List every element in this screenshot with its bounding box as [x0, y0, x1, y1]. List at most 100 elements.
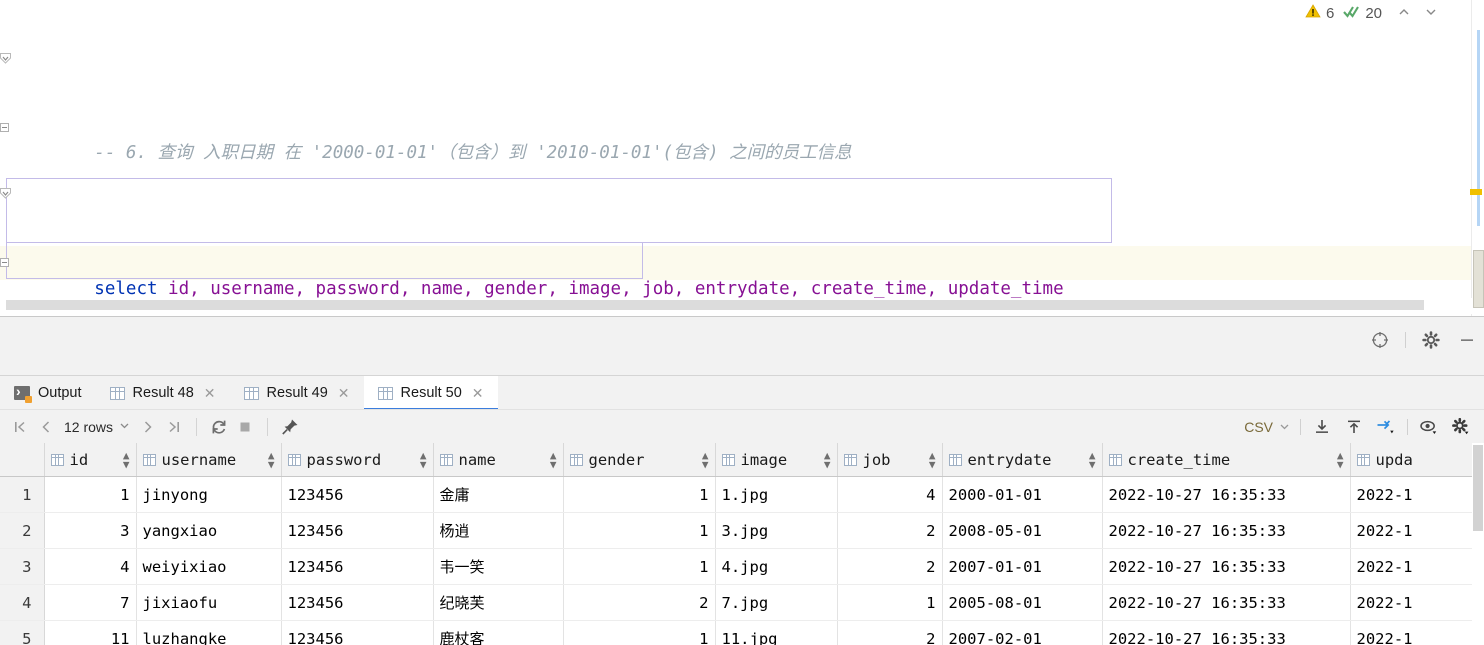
- sort-icon[interactable]: ▲ ▼: [929, 450, 936, 470]
- column-header-username[interactable]: username ▲ ▼: [136, 443, 282, 477]
- cell-name[interactable]: 杨逍: [433, 512, 564, 549]
- cell-update-time[interactable]: 2022-1: [1350, 476, 1484, 513]
- cell-update-time[interactable]: 2022-1: [1350, 620, 1484, 645]
- column-header-gender[interactable]: gender ▲ ▼: [563, 443, 716, 477]
- cell-entrydate[interactable]: 2000-01-01: [942, 476, 1103, 513]
- cell-create-time[interactable]: 2022-10-27 16:35:33: [1102, 620, 1351, 645]
- cell-username[interactable]: luzhangke: [136, 620, 282, 645]
- cell-create-time[interactable]: 2022-10-27 16:35:33: [1102, 548, 1351, 585]
- column-header-entrydate[interactable]: entrydate ▲ ▼: [942, 443, 1103, 477]
- table-row[interactable]: 1 1 jinyong 123456 金庸 1 1.jpg 4 2000-01-…: [0, 476, 1484, 513]
- editor-horizontal-scrollbar[interactable]: [0, 298, 1472, 314]
- cell-gender[interactable]: 2: [563, 584, 716, 621]
- gear-icon[interactable]: [1420, 329, 1442, 351]
- cell-id[interactable]: 4: [44, 548, 137, 585]
- sql-editor-pane[interactable]: -- 6. 查询 入职日期 在 '2000-01-01'（包含）到 '2010-…: [0, 0, 1484, 317]
- sort-icon[interactable]: ▲ ▼: [268, 450, 275, 470]
- cell-entrydate[interactable]: 2007-02-01: [942, 620, 1103, 645]
- export-format-selector[interactable]: CSV: [1244, 419, 1290, 435]
- chevron-down-icon[interactable]: [1424, 5, 1438, 22]
- cell-job[interactable]: 4: [837, 476, 943, 513]
- download-icon[interactable]: [1311, 416, 1333, 438]
- transpose-icon[interactable]: [1375, 416, 1397, 438]
- chevron-up-icon[interactable]: [1397, 5, 1411, 22]
- cell-gender[interactable]: 1: [563, 548, 716, 585]
- cell-entrydate[interactable]: 2007-01-01: [942, 548, 1103, 585]
- sort-icon[interactable]: ▲ ▼: [550, 450, 557, 470]
- cell-create-time[interactable]: 2022-10-27 16:35:33: [1102, 512, 1351, 549]
- code-content[interactable]: -- 6. 查询 入职日期 在 '2000-01-01'（包含）到 '2010-…: [0, 0, 1063, 317]
- cell-name[interactable]: 鹿杖客: [433, 620, 564, 645]
- cell-name[interactable]: 韦一笑: [433, 548, 564, 585]
- close-icon[interactable]: ✕: [472, 385, 484, 402]
- grid-vertical-scrollbar[interactable]: [1472, 443, 1484, 645]
- cell-password[interactable]: 123456: [281, 548, 434, 585]
- cell-job[interactable]: 1: [837, 584, 943, 621]
- tab-output[interactable]: Output: [0, 376, 96, 410]
- cell-id[interactable]: 11: [44, 620, 137, 645]
- close-icon[interactable]: ✕: [338, 385, 350, 402]
- cell-job[interactable]: 2: [837, 548, 943, 585]
- sort-icon[interactable]: ▲ ▼: [420, 450, 427, 470]
- sort-icon[interactable]: ▲ ▼: [123, 450, 130, 470]
- cell-update-time[interactable]: 2022-1: [1350, 548, 1484, 585]
- cell-image[interactable]: 1.jpg: [715, 476, 838, 513]
- column-header-id[interactable]: id ▲ ▼: [44, 443, 137, 477]
- stop-icon[interactable]: [233, 415, 257, 439]
- cell-create-time[interactable]: 2022-10-27 16:35:33: [1102, 584, 1351, 621]
- tab-result-48[interactable]: Result 48 ✕: [96, 376, 230, 410]
- editor-vertical-scrollbar-thumb[interactable]: [1473, 250, 1484, 308]
- table-row[interactable]: 5 11 luzhangke 123456 鹿杖客 1 11.jpg 2 200…: [0, 620, 1484, 645]
- cell-password[interactable]: 123456: [281, 620, 434, 645]
- first-page-button[interactable]: [8, 415, 32, 439]
- cell-entrydate[interactable]: 2008-05-01: [942, 512, 1103, 549]
- crosshair-icon[interactable]: [1369, 329, 1391, 351]
- column-header-update-time[interactable]: upda: [1350, 443, 1484, 477]
- upload-icon[interactable]: [1343, 416, 1365, 438]
- prev-page-button[interactable]: [34, 415, 58, 439]
- tab-result-49[interactable]: Result 49 ✕: [230, 376, 364, 410]
- table-row[interactable]: 4 7 jixiaofu 123456 纪晓芙 2 7.jpg 1 2005-0…: [0, 584, 1484, 621]
- sort-icon[interactable]: ▲ ▼: [702, 450, 709, 470]
- cell-job[interactable]: 2: [837, 620, 943, 645]
- sort-icon[interactable]: ▲ ▼: [1337, 450, 1344, 470]
- column-header-image[interactable]: image ▲ ▼: [715, 443, 838, 477]
- cell-gender[interactable]: 1: [563, 512, 716, 549]
- editor-marker-rail[interactable]: [1470, 0, 1484, 317]
- cell-id[interactable]: 1: [44, 476, 137, 513]
- cell-job[interactable]: 2: [837, 512, 943, 549]
- last-page-button[interactable]: [162, 415, 186, 439]
- row-count-selector[interactable]: 12 rows: [60, 419, 134, 435]
- cell-password[interactable]: 123456: [281, 476, 434, 513]
- cell-create-time[interactable]: 2022-10-27 16:35:33: [1102, 476, 1351, 513]
- cell-username[interactable]: jixiaofu: [136, 584, 282, 621]
- cell-id[interactable]: 7: [44, 584, 137, 621]
- table-row[interactable]: 2 3 yangxiao 123456 杨逍 1 3.jpg 2 2008-05…: [0, 512, 1484, 549]
- cell-image[interactable]: 3.jpg: [715, 512, 838, 549]
- cell-gender[interactable]: 1: [563, 620, 716, 645]
- close-icon[interactable]: ✕: [204, 385, 216, 402]
- cell-id[interactable]: 3: [44, 512, 137, 549]
- refresh-icon[interactable]: [207, 415, 231, 439]
- cell-gender[interactable]: 1: [563, 476, 716, 513]
- cell-password[interactable]: 123456: [281, 512, 434, 549]
- cell-image[interactable]: 4.jpg: [715, 548, 838, 585]
- minimize-icon[interactable]: [1456, 329, 1478, 351]
- cell-name[interactable]: 金庸: [433, 476, 564, 513]
- cell-username[interactable]: weiyixiao: [136, 548, 282, 585]
- column-header-name[interactable]: name ▲ ▼: [433, 443, 564, 477]
- cell-update-time[interactable]: 2022-1: [1350, 584, 1484, 621]
- cell-update-time[interactable]: 2022-1: [1350, 512, 1484, 549]
- table-row[interactable]: 3 4 weiyixiao 123456 韦一笑 1 4.jpg 2 2007-…: [0, 548, 1484, 585]
- cell-image[interactable]: 11.jpg: [715, 620, 838, 645]
- result-grid[interactable]: id ▲ ▼ username ▲ ▼ password ▲ ▼ name ▲ ▼ gender…: [0, 443, 1484, 645]
- pin-icon[interactable]: [278, 415, 302, 439]
- next-page-button[interactable]: [136, 415, 160, 439]
- rail-warning-marker[interactable]: [1470, 189, 1482, 195]
- cell-username[interactable]: yangxiao: [136, 512, 282, 549]
- grid-vscroll-thumb[interactable]: [1473, 445, 1483, 531]
- cell-name[interactable]: 纪晓芙: [433, 584, 564, 621]
- sort-icon[interactable]: ▲ ▼: [1089, 450, 1096, 470]
- cell-entrydate[interactable]: 2005-08-01: [942, 584, 1103, 621]
- column-header-job[interactable]: job ▲ ▼: [837, 443, 943, 477]
